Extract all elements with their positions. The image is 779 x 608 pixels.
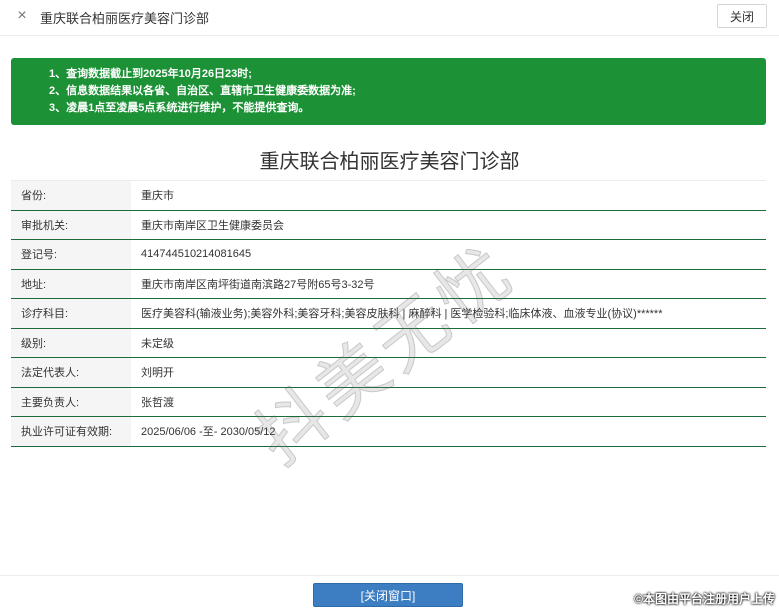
field-value: 重庆市南岸区南坪街道南滨路27号附65号3-32号 (131, 269, 766, 299)
table-row: 执业许可证有效期: 2025/06/06 -至- 2030/05/12 (11, 416, 766, 447)
field-value: 医疗美容科(输液业务);美容外科;美容牙科;美容皮肤科 | 麻醉科 | 医学检验… (131, 298, 766, 329)
table-row: 省份: 重庆市 (11, 180, 766, 211)
field-value: 414744510214081645 (131, 239, 766, 270)
window-title: 重庆联合柏丽医疗美容门诊部 (40, 11, 210, 26)
table-row: 主要负责人: 张哲渡 (11, 387, 766, 417)
table-row: 登记号: 414744510214081645 (11, 239, 766, 270)
field-value: 2025/06/06 -至- 2030/05/12 (131, 416, 766, 447)
field-label: 省份: (11, 180, 131, 211)
field-label: 主要负责人: (11, 387, 131, 417)
field-label: 登记号: (11, 239, 131, 270)
table-row: 法定代表人: 刘明开 (11, 357, 766, 388)
upload-credit: ©本图由平台注册用户上传 (634, 592, 775, 606)
close-button[interactable]: 关闭 (717, 4, 767, 28)
field-label: 级别: (11, 328, 131, 358)
title-bar: × 重庆联合柏丽医疗美容门诊部 关闭 (0, 0, 779, 36)
field-value: 重庆市南岸区卫生健康委员会 (131, 210, 766, 240)
field-value: 重庆市 (131, 180, 766, 211)
close-window-button[interactable]: [关闭窗口] (313, 583, 463, 607)
footer-divider (0, 575, 779, 576)
close-icon[interactable]: × (12, 6, 32, 26)
table-row: 诊疗科目: 医疗美容科(输液业务);美容外科;美容牙科;美容皮肤科 | 麻醉科 … (11, 298, 766, 329)
field-label: 法定代表人: (11, 357, 131, 388)
notice-line: 1、查询数据截止到2025年10月26日23时; (49, 68, 252, 80)
notice-line: 3、凌晨1点至凌晨5点系统进行维护，不能提供查询。 (49, 102, 310, 114)
page-title: 重庆联合柏丽医疗美容门诊部 (259, 151, 520, 173)
field-label: 地址: (11, 269, 131, 299)
table-row: 审批机关: 重庆市南岸区卫生健康委员会 (11, 210, 766, 240)
field-value: 刘明开 (131, 357, 766, 388)
field-label: 诊疗科目: (11, 298, 131, 329)
notice-line: 2、信息数据结果以各省、自治区、直辖市卫生健康委数据为准; (49, 85, 356, 97)
info-table: 省份: 重庆市 审批机关: 重庆市南岸区卫生健康委员会 登记号: 4147445… (11, 180, 766, 447)
field-value: 未定级 (131, 328, 766, 358)
notice-banner: 1、查询数据截止到2025年10月26日23时; 2、信息数据结果以各省、自治区… (11, 58, 766, 125)
table-row: 地址: 重庆市南岸区南坪街道南滨路27号附65号3-32号 (11, 269, 766, 299)
field-label: 审批机关: (11, 210, 131, 240)
field-label: 执业许可证有效期: (11, 416, 131, 447)
field-value: 张哲渡 (131, 387, 766, 417)
table-row: 级别: 未定级 (11, 328, 766, 358)
